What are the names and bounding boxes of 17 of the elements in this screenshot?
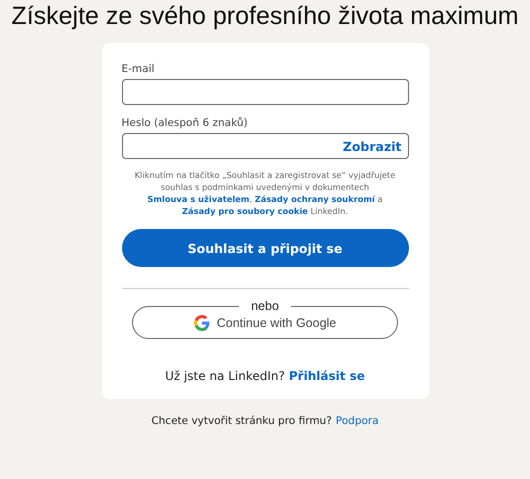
email-field[interactable] — [122, 79, 408, 105]
page-heading: Získejte ze svého profesního života maximum — [11, 2, 519, 31]
policy-link[interactable]: Smlouva s uživatelem — [147, 194, 250, 204]
signin-link[interactable]: Přihlásit se — [288, 369, 365, 384]
divider-text: nebo — [239, 299, 291, 314]
footer-prompt: Chcete vytvořit stránku pro firmu? — [151, 415, 332, 428]
policy-link[interactable]: Zásady pro soubory cookie — [182, 206, 308, 216]
legal-notice: Kliknutím na tlačítko „Souhlasit a zaregistrovat se“ vyjadřujete souhlas s podmínkami uvedenými v dokumentech Smlouva s uživatelem, Zásady ochrany soukromí a Zásady pro soubory cookie LinkedIn. — [134, 169, 396, 218]
show-password-link[interactable]: Zobrazit — [342, 138, 408, 154]
support-link[interactable]: Podpora — [336, 415, 379, 428]
signin-prompt: Už jste na LinkedIn? — [165, 369, 285, 384]
password-field[interactable]: Zobrazit — [122, 133, 408, 159]
agree-join-button[interactable]: Souhlasit a připojit se — [122, 229, 408, 268]
email-label: E-mail — [122, 63, 156, 75]
password-label: Heslo (alespoň 6 znaků) — [122, 117, 249, 129]
policy-link[interactable]: Zásady ochrany soukromí — [254, 194, 375, 204]
google-icon — [194, 314, 210, 331]
